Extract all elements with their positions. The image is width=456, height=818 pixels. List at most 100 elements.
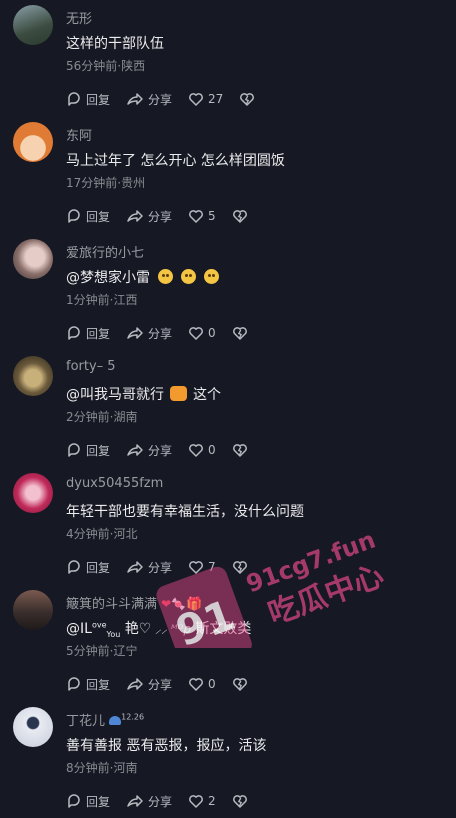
like-button[interactable]: 27 bbox=[188, 91, 223, 107]
broken-heart-icon bbox=[232, 678, 247, 691]
avatar[interactable] bbox=[13, 473, 53, 513]
candy-emoji-icon: 🍬 bbox=[171, 597, 187, 611]
avatar[interactable] bbox=[13, 5, 53, 45]
like-button[interactable]: 2 bbox=[188, 793, 216, 809]
avatar[interactable] bbox=[13, 122, 53, 162]
reply-button[interactable]: 回复 bbox=[66, 91, 110, 108]
mention-suffix: 艳♡ bbox=[124, 621, 152, 637]
comment-text-suffix: 这个 bbox=[193, 387, 221, 403]
comment-meta: 56分钟前·陕西 bbox=[66, 59, 146, 73]
watermark-title: 吃瓜中心 bbox=[264, 558, 389, 632]
share-button[interactable]: 分享 bbox=[126, 559, 172, 576]
reply-label: 回复 bbox=[86, 560, 111, 575]
like-button[interactable]: 5 bbox=[188, 208, 216, 224]
heart-emoji-icon: ❤ bbox=[161, 597, 172, 611]
mention-sub: You bbox=[106, 629, 121, 639]
username[interactable]: dyux50455fzm bbox=[66, 476, 163, 491]
avatar[interactable] bbox=[13, 707, 53, 747]
share-icon bbox=[127, 795, 143, 807]
share-icon bbox=[127, 561, 143, 573]
comment-actions: 回复 分享 0 bbox=[66, 441, 268, 459]
badge-icon bbox=[109, 716, 122, 725]
username-text: 丁花儿 bbox=[66, 714, 106, 729]
dislike-button[interactable] bbox=[232, 559, 252, 575]
comment-meta: 8分钟前·河南 bbox=[66, 761, 138, 775]
share-label: 分享 bbox=[148, 209, 173, 224]
comment-actions: 回复 分享 5 bbox=[66, 207, 268, 225]
mention[interactable]: @叫我马哥就行 bbox=[66, 387, 164, 403]
reply-label: 回复 bbox=[86, 92, 111, 107]
dislike-button[interactable] bbox=[232, 793, 252, 809]
share-button[interactable]: 分享 bbox=[126, 442, 172, 459]
reply-button[interactable]: 回复 bbox=[66, 559, 110, 576]
mention-sup: ove bbox=[91, 620, 107, 630]
crying-laughing-emoji-icon bbox=[158, 269, 174, 284]
reply-icon bbox=[68, 794, 80, 808]
reply-icon bbox=[68, 92, 80, 106]
share-button[interactable]: 分享 bbox=[126, 325, 172, 342]
broken-heart-icon bbox=[232, 795, 247, 808]
like-count: 27 bbox=[208, 92, 224, 106]
heart-icon bbox=[189, 444, 204, 457]
share-icon bbox=[127, 678, 143, 690]
dislike-button[interactable] bbox=[232, 442, 252, 458]
share-button[interactable]: 分享 bbox=[126, 208, 172, 225]
broken-heart-icon bbox=[240, 93, 255, 106]
reply-button[interactable]: 回复 bbox=[66, 676, 110, 693]
like-count: 2 bbox=[208, 794, 216, 808]
share-icon bbox=[127, 93, 143, 105]
reply-icon bbox=[68, 560, 80, 574]
reply-button[interactable]: 回复 bbox=[66, 325, 110, 342]
share-label: 分享 bbox=[148, 326, 173, 341]
dislike-button[interactable] bbox=[239, 91, 259, 107]
mention[interactable]: @ILoveYou 艳♡ ⸝⸝ ᴹᴰρ 斯文败类 bbox=[66, 620, 252, 639]
comment-actions: 回复 分享 2 bbox=[66, 792, 268, 810]
like-count: 5 bbox=[208, 209, 216, 223]
avatar[interactable] bbox=[13, 590, 53, 630]
comment-meta: 1分钟前·江西 bbox=[66, 293, 138, 307]
share-button[interactable]: 分享 bbox=[126, 676, 172, 693]
like-button[interactable]: 7 bbox=[188, 559, 216, 575]
username[interactable]: 簸箕的斗斗满满 ❤🍬🎁 bbox=[66, 593, 202, 612]
share-label: 分享 bbox=[148, 560, 173, 575]
username[interactable]: 东阿 bbox=[66, 125, 92, 144]
tiger-emoji-icon bbox=[170, 386, 187, 401]
share-button[interactable]: 分享 bbox=[126, 91, 172, 108]
like-count: 7 bbox=[208, 560, 216, 574]
share-label: 分享 bbox=[148, 794, 173, 809]
reply-button[interactable]: 回复 bbox=[66, 208, 110, 225]
dislike-button[interactable] bbox=[232, 676, 252, 692]
username[interactable]: 无形 bbox=[66, 8, 92, 27]
reply-button[interactable]: 回复 bbox=[66, 793, 110, 810]
heart-icon bbox=[189, 678, 204, 691]
avatar[interactable] bbox=[13, 356, 53, 396]
dislike-button[interactable] bbox=[232, 208, 252, 224]
share-button[interactable]: 分享 bbox=[126, 793, 172, 810]
like-count: 0 bbox=[208, 326, 216, 340]
dislike-button[interactable] bbox=[232, 325, 252, 341]
comment-meta: 2分钟前·湖南 bbox=[66, 410, 138, 424]
comment-text: @ILoveYou 艳♡ ⸝⸝ ᴹᴰρ 斯文败类 bbox=[66, 618, 252, 639]
share-label: 分享 bbox=[148, 92, 173, 107]
username[interactable]: 丁花儿 12.26 bbox=[66, 710, 144, 729]
crying-laughing-emoji-icon bbox=[204, 269, 220, 284]
like-button[interactable]: 0 bbox=[188, 442, 216, 458]
mention[interactable]: @梦想家小雷 bbox=[66, 270, 150, 286]
username[interactable]: 爱旅行的小七 bbox=[66, 242, 144, 261]
comment-text: @梦想家小雷 bbox=[66, 267, 223, 287]
username[interactable]: forty– 5 bbox=[66, 359, 116, 374]
heart-icon bbox=[189, 210, 204, 223]
share-icon bbox=[127, 210, 143, 222]
broken-heart-icon bbox=[232, 561, 247, 574]
avatar[interactable] bbox=[13, 239, 53, 279]
reply-button[interactable]: 回复 bbox=[66, 442, 110, 459]
heart-icon bbox=[189, 795, 204, 808]
like-button[interactable]: 0 bbox=[188, 325, 216, 341]
heart-icon bbox=[189, 93, 204, 106]
like-button[interactable]: 0 bbox=[188, 676, 216, 692]
comment-meta: 5分钟前·辽宁 bbox=[66, 644, 138, 658]
mention-name: 斯文败类 bbox=[195, 621, 252, 637]
comment-actions: 回复 分享 27 bbox=[66, 90, 275, 108]
reply-label: 回复 bbox=[86, 209, 111, 224]
broken-heart-icon bbox=[232, 210, 247, 223]
